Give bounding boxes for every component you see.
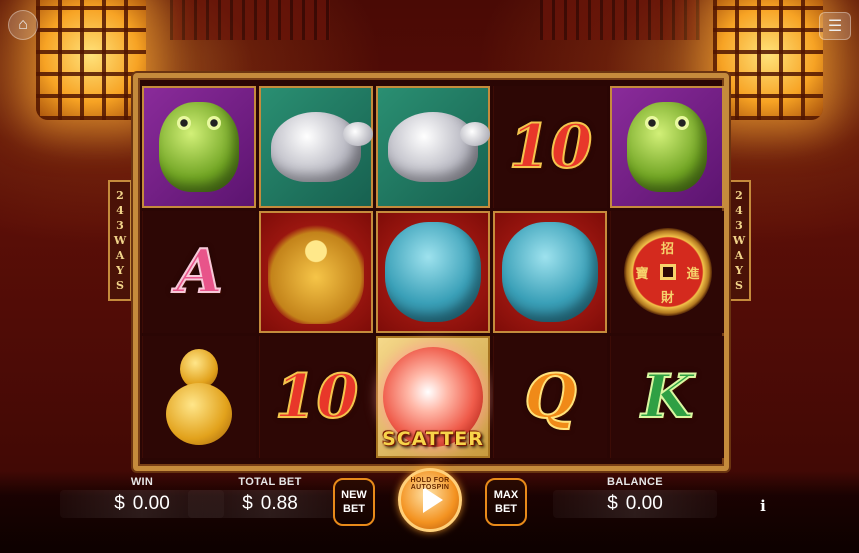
decor-panel (170, 0, 330, 40)
balance-display: BALANCE $ 0.00 (553, 476, 717, 518)
reel-cell (259, 211, 373, 333)
lion-icon (502, 222, 598, 322)
balance-value: 0.00 (625, 493, 663, 514)
win-currency: $ (114, 493, 125, 514)
balance-currency: $ (607, 493, 618, 514)
lantern-left (36, 0, 146, 120)
reel-cell (376, 86, 490, 208)
lantern-right (713, 0, 823, 120)
spin-button[interactable]: HOLD FOR AUTOSPIN (398, 468, 462, 532)
total-bet-value-box: $ 0.88 (188, 490, 352, 518)
max-bet-button[interactable]: MAX BET (485, 478, 527, 526)
toad-icon (159, 102, 239, 192)
ways-char: Y (116, 264, 124, 277)
total-bet-currency: $ (242, 493, 253, 514)
total-bet-value: 0.88 (260, 493, 298, 514)
info-button[interactable]: i (756, 497, 770, 515)
coin-char: 進 (686, 266, 700, 282)
balance-value-box: $ 0.00 (553, 490, 717, 518)
reel-cell (376, 211, 490, 333)
win-value: 0.00 (132, 493, 170, 514)
coin-char: 財 (660, 291, 674, 306)
symbol-10: 10 (274, 361, 359, 433)
decor-panel (540, 0, 700, 40)
reel-cell (493, 211, 607, 333)
lion-icon (385, 222, 481, 322)
coin-icon: 招進財寶 (623, 228, 712, 316)
ways-char: W (113, 234, 127, 247)
coin-hole (659, 264, 676, 280)
ways-label-right: 2 4 3 WAYS (727, 180, 751, 301)
symbol-q: Q (523, 361, 577, 433)
reel-cell: Q (493, 336, 607, 458)
coin-char: 寶 (635, 266, 649, 282)
ways-label-left: 2 4 3 WAYS (108, 180, 132, 301)
home-icon: ⌂ (18, 16, 28, 33)
reel-cell: SCATTER (376, 336, 490, 458)
ways-char: 4 (116, 204, 124, 217)
autospin-hint: HOLD FOR AUTOSPIN (410, 477, 450, 491)
home-button[interactable]: ⌂ (8, 10, 38, 40)
scatter-label: SCATTER (382, 428, 484, 450)
turtle-icon (388, 112, 490, 182)
menu-button[interactable]: ☰ (819, 12, 851, 40)
symbol-k: K (640, 361, 694, 433)
ways-char: S (735, 279, 743, 292)
reel-grid: 10 A 招進財寶 10 SCATTER Q K (142, 86, 724, 458)
reel-cell: 10 (493, 86, 607, 208)
reel-cell: 招進財寶 (610, 211, 724, 333)
new-bet-button[interactable]: NEW BET (333, 478, 375, 526)
reel-cell (610, 86, 724, 208)
ways-char: 3 (735, 219, 743, 232)
reel-cell (259, 86, 373, 208)
ways-char: 4 (735, 204, 743, 217)
gourd-icon (162, 349, 238, 445)
balance-label: BALANCE (607, 476, 663, 488)
reel-cell (142, 336, 256, 458)
ways-char: 2 (735, 189, 743, 202)
reel-cell (142, 86, 256, 208)
reel-cell: A (142, 211, 256, 333)
toad-icon (627, 102, 707, 192)
ways-char: W (732, 234, 746, 247)
symbol-a: A (175, 236, 224, 308)
symbol-10: 10 (508, 111, 593, 183)
ways-char: 2 (116, 189, 124, 202)
reel-cell: 10 (259, 336, 373, 458)
total-bet-label: TOTAL BET (238, 476, 302, 488)
ways-char: S (116, 279, 124, 292)
dragon-icon (268, 220, 364, 324)
turtle-icon (271, 112, 373, 182)
ways-char: A (115, 249, 125, 262)
coin-char: 招 (660, 242, 674, 257)
menu-icon: ☰ (827, 18, 843, 35)
total-bet-display: TOTAL BET $ 0.88 (188, 476, 352, 518)
ways-char: Y (735, 264, 743, 277)
ways-char: A (734, 249, 744, 262)
reel-cell: K (610, 336, 724, 458)
ways-char: 3 (116, 219, 124, 232)
